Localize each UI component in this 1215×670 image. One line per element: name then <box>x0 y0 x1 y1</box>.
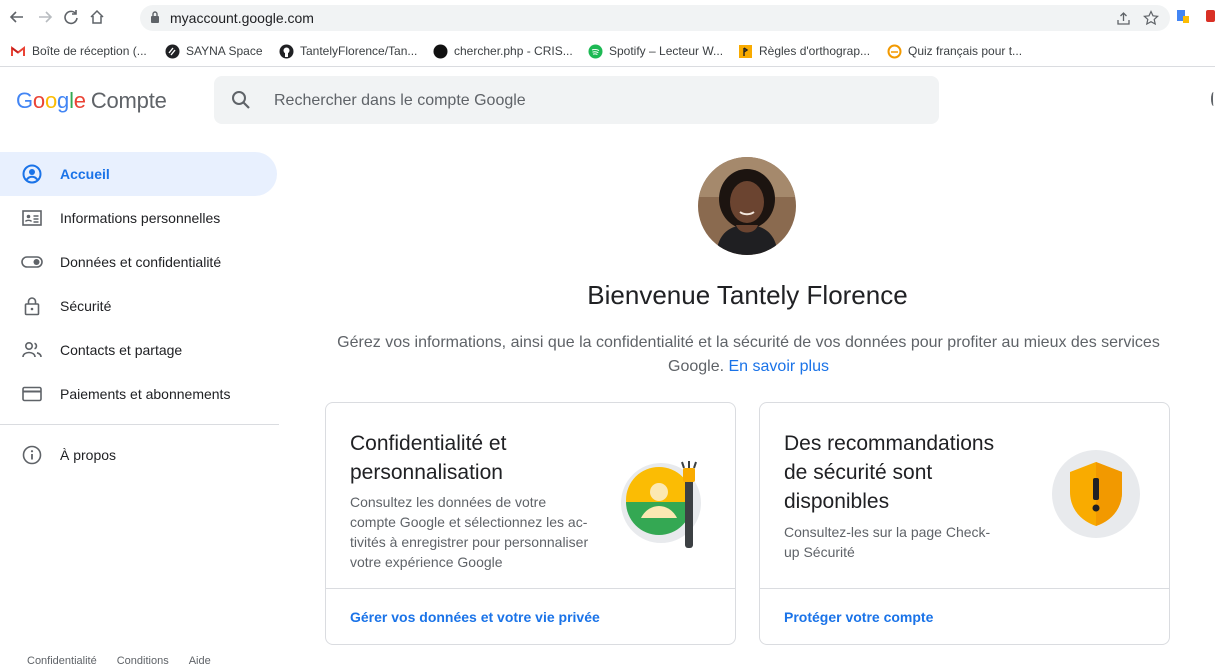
bookmarks-bar: Boîte de réception (... SAYNA Space Tant… <box>0 36 1215 67</box>
sayna-icon <box>164 43 180 59</box>
sidebar-item-donnees-confidentialite[interactable]: Données et confidentialité <box>0 240 280 284</box>
search-icon[interactable] <box>230 89 252 116</box>
bookmark-gmail[interactable]: Boîte de réception (... <box>10 43 147 59</box>
bookmark-cris[interactable]: chercher.php - CRIS... <box>432 43 573 59</box>
bookmark-spotify[interactable]: Spotify – Lecteur W... <box>587 43 723 59</box>
footer-link-aide[interactable]: Aide <box>189 655 211 667</box>
sidebar-item-label: Informations personnelles <box>60 210 221 226</box>
sidebar-item-accueil[interactable]: Accueil <box>0 152 277 196</box>
sidebar-item-label: À propos <box>60 447 117 463</box>
sidebar-item-label: Données et confidentialité <box>60 254 222 270</box>
extension-icon[interactable] <box>1176 8 1190 29</box>
reload-icon[interactable] <box>60 6 82 28</box>
profile-extension-icon[interactable] <box>1205 8 1215 29</box>
gmail-icon <box>10 43 26 59</box>
profile-avatar[interactable] <box>698 157 796 255</box>
account-circle-icon <box>21 163 43 185</box>
github-icon <box>278 43 294 59</box>
star-icon[interactable] <box>1142 9 1160 27</box>
card-divider <box>326 588 735 589</box>
address-bar[interactable]: myaccount.google.com <box>140 5 1170 31</box>
lock-icon <box>21 295 43 317</box>
bookmark-github[interactable]: TantelyFlorence/Tan... <box>278 43 417 59</box>
people-icon <box>21 339 43 361</box>
footer-link-conditions[interactable]: Conditions <box>117 655 169 667</box>
sidebar-item-contacts-partage[interactable]: Contacts et partage <box>0 328 280 372</box>
sidebar-item-informations-personnelles[interactable]: Informations personnelles <box>0 196 280 240</box>
card-description: Consultez les données de votre compte Go… <box>350 494 589 570</box>
lock-icon <box>150 11 160 29</box>
protect-account-link[interactable]: Protéger votre compte <box>784 609 933 625</box>
home-icon[interactable] <box>86 6 108 28</box>
bookmark-favicon <box>737 43 753 59</box>
bookmark-sayna[interactable]: SAYNA Space <box>164 43 263 59</box>
forward-arrow-icon[interactable] <box>34 6 56 28</box>
welcome-heading: Bienvenue Tantely Florence <box>587 280 908 310</box>
card-title: Confidentialité et personnalisation <box>350 432 507 484</box>
cris-icon <box>432 43 448 59</box>
sidebar-item-label: Paiements et abonnements <box>60 386 231 402</box>
sidebar-item-paiements-abonnements[interactable]: Paiements et abonnements <box>0 372 280 416</box>
browser-toolbar: myaccount.google.com <box>0 0 1215 36</box>
share-icon[interactable] <box>1114 9 1132 27</box>
bookmark-orthographe[interactable]: Règles d'orthograp... <box>737 43 870 59</box>
sidebar-item-label: Accueil <box>60 166 110 182</box>
footer-links: Confidentialité Conditions Aide <box>27 655 211 667</box>
sidebar-item-securite[interactable]: Sécurité <box>0 284 280 328</box>
card-description: Consultez-les sur la page Check- up Sécu… <box>784 524 991 560</box>
account-avatar-edge[interactable] <box>1211 92 1215 106</box>
back-arrow-icon[interactable] <box>6 6 28 28</box>
sidebar-item-label: Sécurité <box>60 298 112 314</box>
toggle-icon <box>21 251 43 273</box>
google-wordmark: Google <box>16 88 86 113</box>
info-icon <box>21 444 43 466</box>
id-card-icon <box>21 207 43 229</box>
footer-link-confidentialite[interactable]: Confidentialité <box>27 655 97 667</box>
spotify-icon <box>587 43 603 59</box>
product-name: Compte <box>90 88 167 113</box>
bookmark-quiz[interactable]: Quiz français pour t... <box>886 43 1022 59</box>
privacy-personalization-card[interactable]: Confidentialité et personnalisation Cons… <box>325 402 736 645</box>
learn-more-link[interactable]: En savoir plus <box>729 358 830 375</box>
credit-card-icon <box>21 383 43 405</box>
manage-data-link[interactable]: Gérer vos données et votre vie privée <box>350 609 600 625</box>
security-shield-icon <box>1050 448 1142 545</box>
sidebar-divider <box>0 424 279 425</box>
intro-text: Gérez vos informations, ainsi que la con… <box>336 331 1161 379</box>
privacy-personalization-illustration <box>619 458 709 558</box>
sidebar-item-a-propos[interactable]: À propos <box>0 433 280 477</box>
card-title: Des recommandations de sécurité sont dis… <box>784 432 995 513</box>
quiz-icon <box>886 43 902 59</box>
sidebar-nav: Accueil Informations personnelles Donnée… <box>0 152 280 477</box>
sidebar-item-label: Contacts et partage <box>60 342 183 358</box>
card-divider <box>760 588 1169 589</box>
search-input[interactable] <box>272 88 876 114</box>
security-recommendations-card[interactable]: Des recommandations de sécurité sont dis… <box>759 402 1170 645</box>
google-account-logo[interactable]: Google Compte <box>16 88 167 114</box>
url-text: myaccount.google.com <box>170 10 314 26</box>
account-search-bar <box>214 76 939 124</box>
